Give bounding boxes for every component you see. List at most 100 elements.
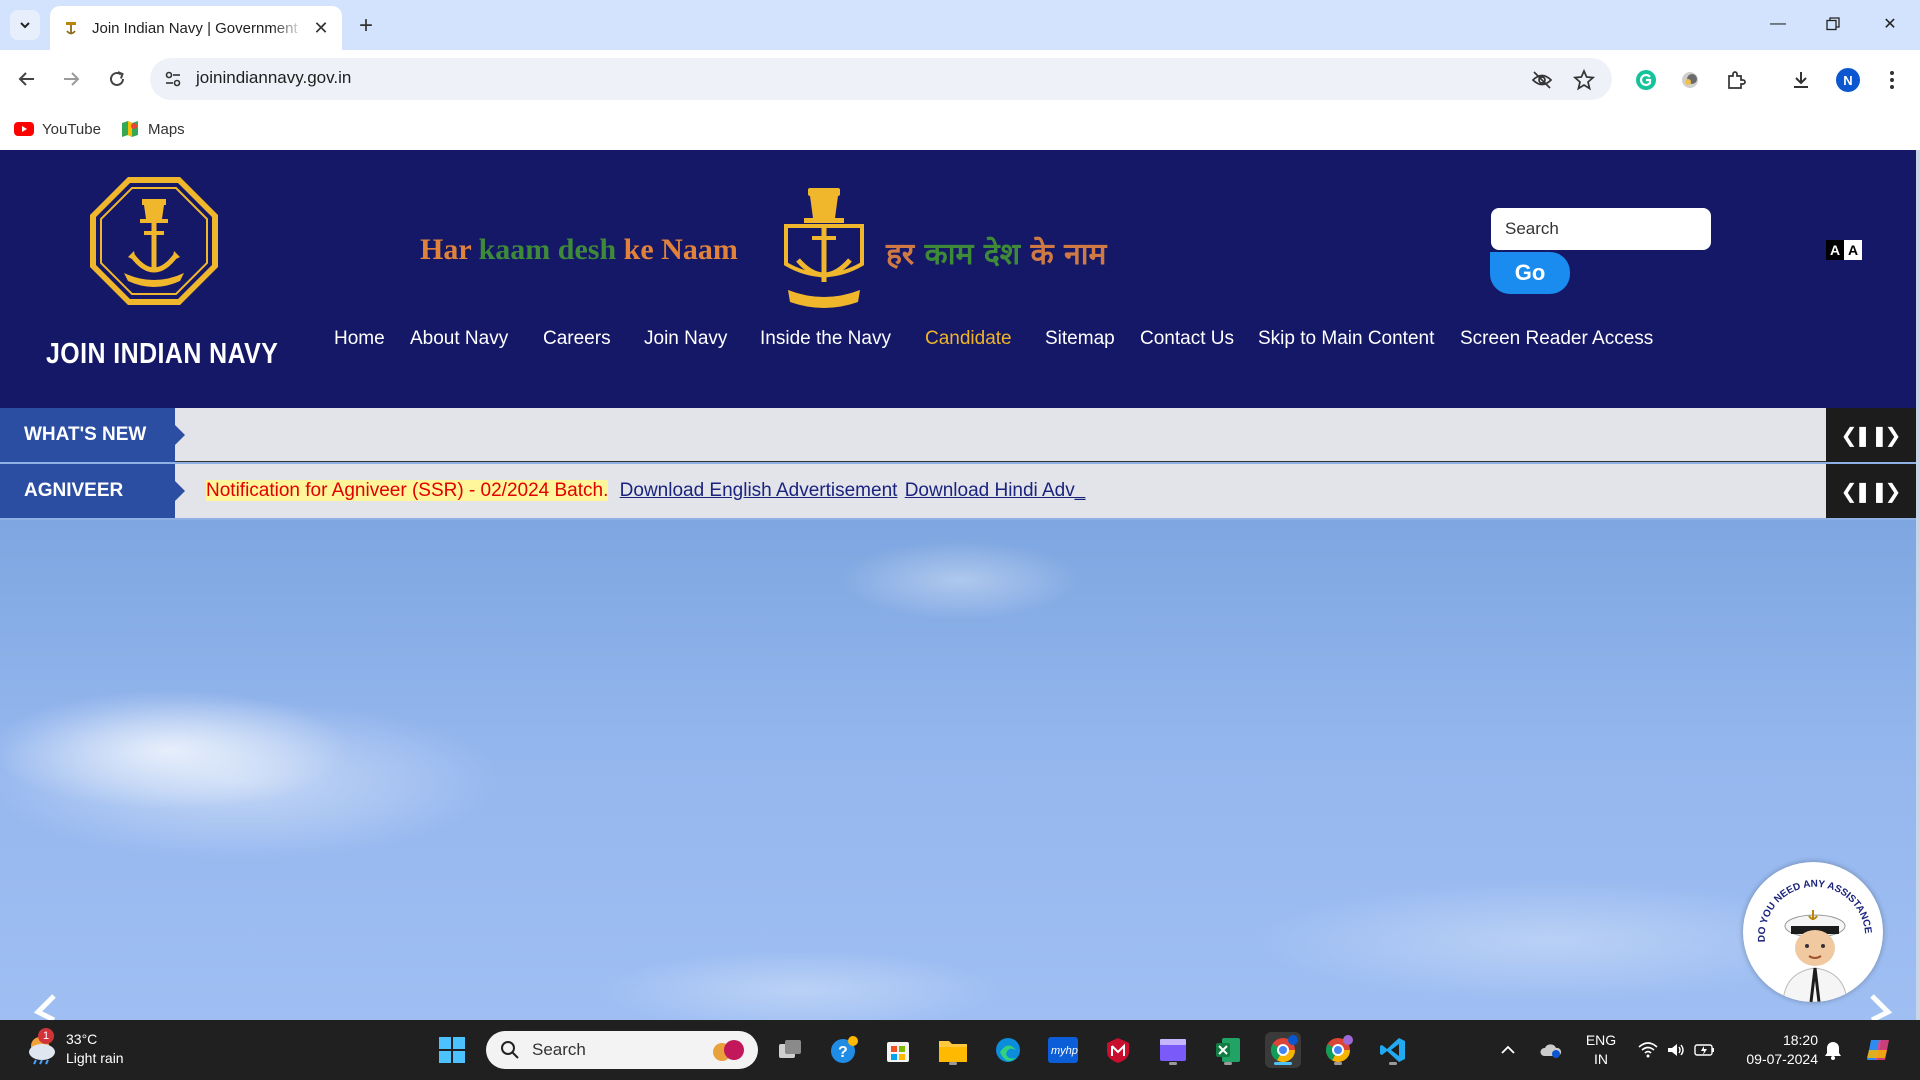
address-bar[interactable]: joinindiannavy.gov.in <box>150 58 1612 100</box>
copilot-icon[interactable] <box>1860 1032 1896 1068</box>
nav-screen-reader-access[interactable]: Screen Reader Access <box>1460 328 1653 350</box>
onedrive-cloud-icon[interactable] <box>1536 1032 1566 1068</box>
navy-emblem-icon <box>784 188 864 308</box>
bookmark-maps[interactable]: Maps <box>120 116 185 142</box>
navy-officer-avatar-icon: DO YOU NEED ANY ASSISTANCE? <box>1743 862 1873 1002</box>
start-windows-icon[interactable] <box>434 1032 470 1068</box>
nav-about-navy[interactable]: About Navy <box>410 328 508 350</box>
carousel-next-arrow-icon[interactable] <box>1866 990 1906 1020</box>
nav-candidate[interactable]: Candidate <box>925 328 1012 350</box>
nav-contact-us[interactable]: Contact Us <box>1140 328 1234 350</box>
bookmark-youtube[interactable]: YouTube <box>14 116 101 142</box>
clock-time: 18:20 <box>1782 1032 1818 1048</box>
assistance-chatbot-button[interactable]: DO YOU NEED ANY ASSISTANCE? <box>1743 862 1883 1002</box>
search-highlight-icon <box>713 1040 744 1061</box>
contrast-toggle[interactable]: A A <box>1826 240 1862 260</box>
nav-sitemap[interactable]: Sitemap <box>1045 328 1115 350</box>
grammarly-extension-icon[interactable] <box>1632 66 1660 94</box>
tagline-hi-part3: के नाम <box>1020 237 1107 272</box>
microsoft-store-icon[interactable] <box>880 1032 916 1068</box>
active-tab[interactable]: Join Indian Navy | Government ✕ <box>50 6 342 50</box>
mcafee-icon[interactable] <box>1100 1032 1136 1068</box>
edge-browser-icon[interactable] <box>990 1032 1026 1068</box>
download-hindi-advertisement-link[interactable]: Download Hindi Adv_ <box>905 480 1086 501</box>
extensions-puzzle-icon[interactable] <box>1722 66 1750 94</box>
dark-contrast-button[interactable]: A <box>1826 240 1844 260</box>
minimize-window-icon[interactable]: — <box>1760 8 1796 40</box>
search-go-button[interactable]: Go <box>1490 252 1570 294</box>
vscode-icon[interactable] <box>1375 1032 1411 1068</box>
search-icon <box>501 1041 519 1059</box>
nav-home[interactable]: Home <box>334 328 385 350</box>
tagline-hi-part1: हर <box>886 237 925 272</box>
bookmark-star-icon[interactable] <box>1572 68 1596 92</box>
navy-emblem-favicon-icon <box>62 19 80 37</box>
agniveer-notification-text: Notification for Agniveer (SSR) - 02/202… <box>206 480 609 501</box>
tab-search-button[interactable] <box>10 10 40 40</box>
downloads-icon[interactable] <box>1787 66 1815 94</box>
download-english-advertisement-link[interactable]: Download English Advertisement <box>620 480 898 501</box>
app-active-indicator <box>1274 1062 1292 1065</box>
taskbar-search-box[interactable]: Search <box>486 1031 758 1069</box>
ticker-pause-icon[interactable]: ❚❚ <box>1854 479 1888 504</box>
reload-icon[interactable] <box>102 64 132 94</box>
url-text: joinindiannavy.gov.in <box>196 68 352 87</box>
bookmark-label: YouTube <box>42 120 101 138</box>
show-hidden-icons-chevron-up-icon[interactable] <box>1494 1032 1522 1068</box>
app-running-indicator <box>1389 1062 1397 1065</box>
agniveer-ticker-text: Notification for Agniveer (SSR) - 02/202… <box>206 480 1085 502</box>
battery-charging-icon <box>1694 1044 1714 1056</box>
browser-tab-strip: Join Indian Navy | Government ✕ + — ✕ <box>0 0 1920 50</box>
restore-window-icon[interactable] <box>1815 8 1851 40</box>
task-view-icon[interactable] <box>772 1032 808 1068</box>
clipchamp-icon[interactable] <box>1155 1032 1191 1068</box>
windows-taskbar: 1 33°C Light rain Search ? myhp ENG IN 1… <box>0 1020 1920 1080</box>
carousel-prev-arrow-icon[interactable] <box>20 990 60 1020</box>
nav-join-navy[interactable]: Join Navy <box>644 328 727 350</box>
close-window-icon[interactable]: ✕ <box>1872 8 1908 40</box>
new-tab-button[interactable]: + <box>352 12 380 40</box>
tracking-protection-eye-off-icon[interactable] <box>1530 68 1554 92</box>
profile-initial: N <box>1836 68 1860 92</box>
get-help-icon[interactable]: ? <box>826 1032 862 1068</box>
excel-icon[interactable] <box>1210 1032 1246 1068</box>
profile-avatar[interactable]: N <box>1834 66 1862 94</box>
tab-title: Join Indian Navy | Government <box>92 19 298 37</box>
region-code: IN <box>1594 1051 1608 1067</box>
chrome-profile-icon[interactable] <box>1320 1032 1356 1068</box>
nav-inside-the-navy[interactable]: Inside the Navy <box>760 328 891 350</box>
forward-arrow-icon[interactable] <box>56 64 86 94</box>
navy-crest-logo[interactable] <box>88 175 220 307</box>
svg-text:?: ? <box>838 1044 848 1061</box>
browser-menu-icon[interactable] <box>1878 66 1906 94</box>
ticker-next-icon[interactable]: ❯ <box>1885 423 1902 448</box>
notification-bell-icon[interactable] <box>1818 1032 1848 1068</box>
page-scrollbar[interactable] <box>1916 150 1920 1020</box>
system-tray-quick-settings[interactable] <box>1632 1032 1722 1068</box>
whats-new-controls: ❮ ❚❚ ❯ <box>1826 408 1916 462</box>
nav-careers[interactable]: Careers <box>543 328 611 350</box>
myhp-icon[interactable]: myhp <box>1045 1032 1081 1068</box>
back-arrow-icon[interactable] <box>12 64 42 94</box>
ticker-pause-icon[interactable]: ❚❚ <box>1854 423 1888 448</box>
site-search-input[interactable] <box>1491 208 1711 250</box>
ticker-next-icon[interactable]: ❯ <box>1885 479 1902 504</box>
language-indicator[interactable]: ENG IN <box>1580 1031 1622 1069</box>
extension-icon[interactable] <box>1676 66 1704 94</box>
weather-temperature: 33°C <box>66 1031 98 1047</box>
clock[interactable]: 18:20 09-07-2024 <box>1738 1031 1818 1069</box>
agniveer-ticker: AGNIVEER Notification for Agniveer (SSR)… <box>0 464 1916 518</box>
light-contrast-button[interactable]: A <box>1844 240 1862 260</box>
weather-widget[interactable]: 1 33°C Light rain <box>24 1028 124 1068</box>
browser-toolbar: joinindiannavy.gov.in N <box>0 50 1920 108</box>
close-tab-icon[interactable]: ✕ <box>310 17 332 39</box>
chrome-active-icon[interactable] <box>1265 1032 1301 1068</box>
site-settings-icon[interactable] <box>162 68 184 90</box>
nav-skip-to-main-content[interactable]: Skip to Main Content <box>1258 328 1434 350</box>
chevron-down-icon <box>20 22 30 29</box>
rain-cloud-icon: 1 <box>24 1028 58 1066</box>
maps-icon <box>120 119 140 139</box>
tagline-english: Har kaam desh ke Naam <box>420 233 738 267</box>
bookmark-label: Maps <box>148 120 185 138</box>
file-explorer-icon[interactable] <box>935 1032 971 1068</box>
